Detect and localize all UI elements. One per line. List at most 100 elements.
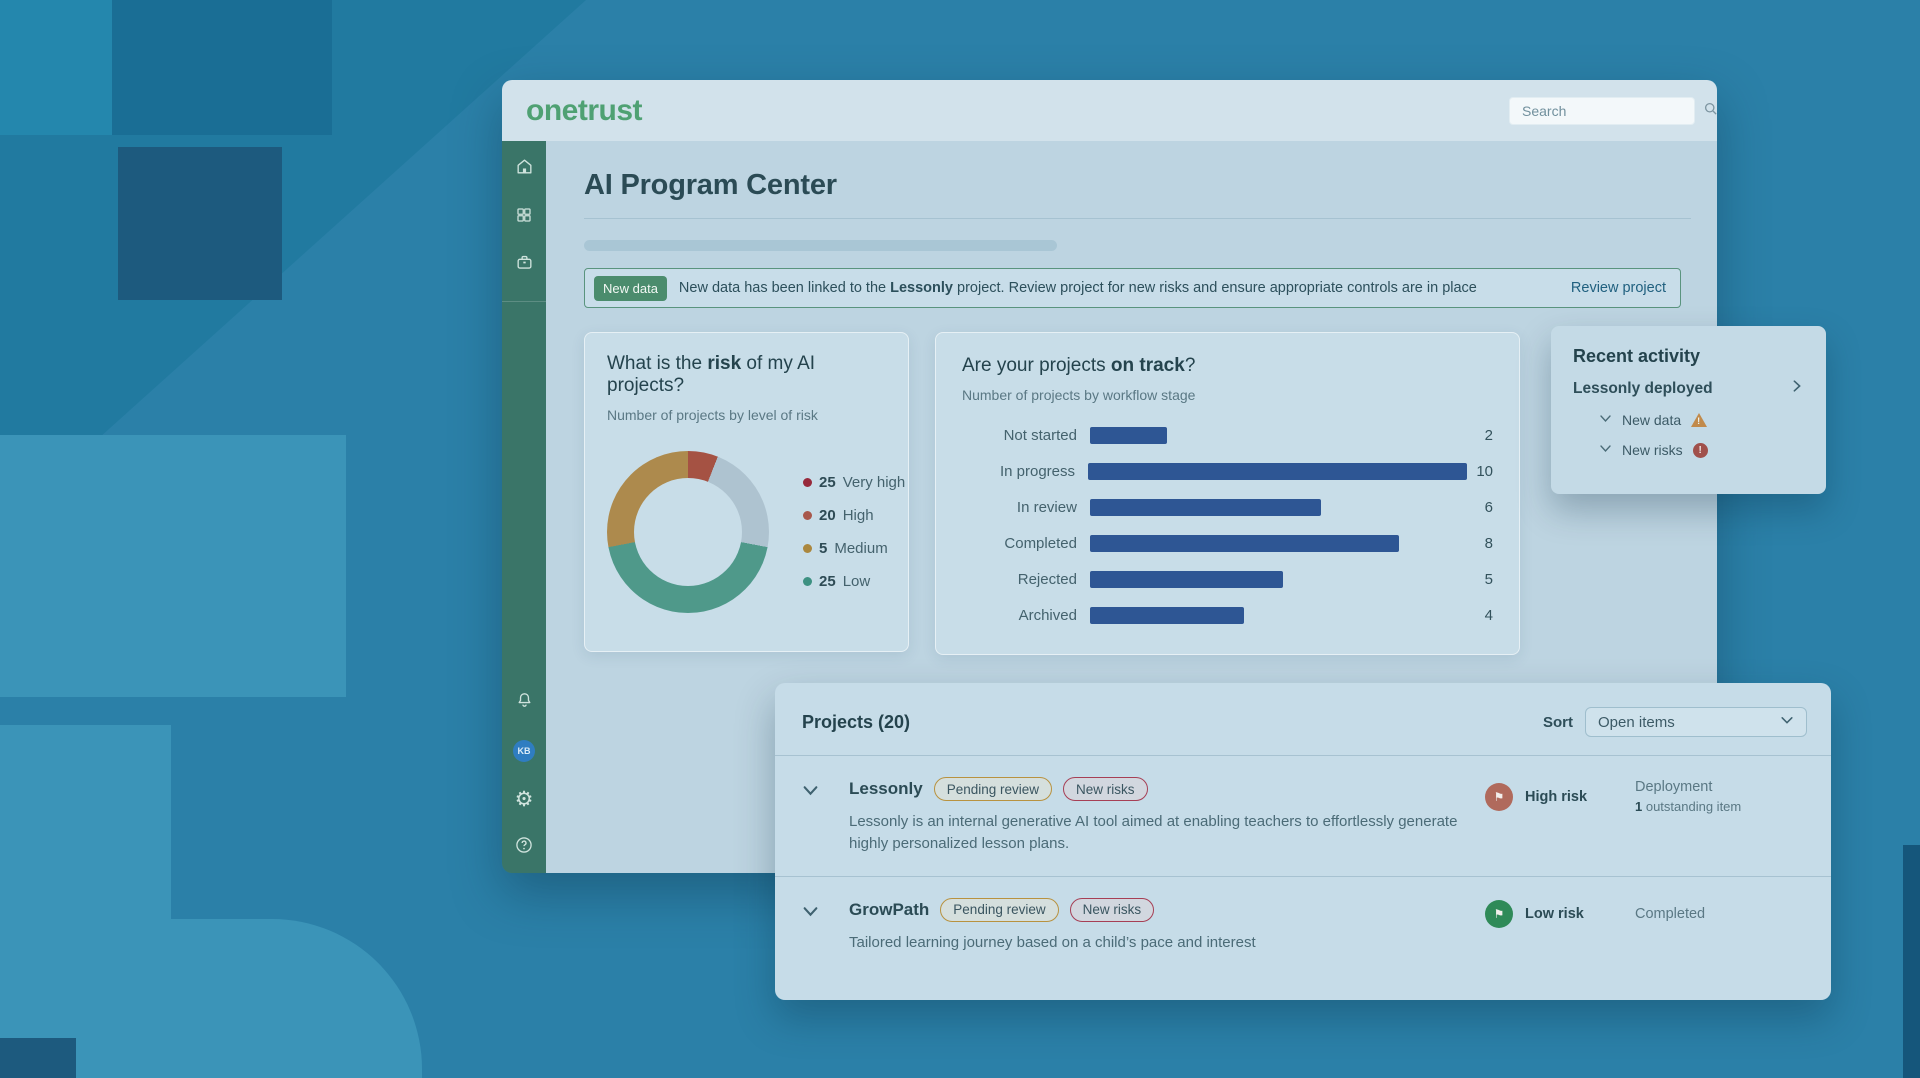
- workflow-card: Are your projects on track? Number of pr…: [935, 332, 1520, 655]
- chevron-down-icon[interactable]: [802, 782, 819, 804]
- sidebar-item-projects[interactable]: [512, 253, 536, 277]
- projects-title: Projects (20): [802, 712, 910, 733]
- bar-fill: [1090, 427, 1167, 444]
- risk-label: High risk: [1525, 789, 1587, 805]
- bar-fill: [1088, 463, 1467, 480]
- workflow-card-subtitle: Number of projects by workflow stage: [962, 387, 1493, 403]
- sort-label: Sort: [1543, 714, 1573, 731]
- status-badge-pending-review: Pending review: [934, 777, 1052, 801]
- background-shape: [112, 0, 332, 135]
- sidebar-user-avatar[interactable]: KB: [512, 739, 536, 763]
- status-badge-new-risks: New risks: [1063, 777, 1148, 801]
- project-stage: Deployment 1 outstanding item: [1635, 779, 1807, 814]
- apps-grid-icon: [515, 206, 533, 229]
- background-shape: [1903, 845, 1920, 1078]
- risk-card: What is the risk of my AI projects? Numb…: [584, 332, 909, 652]
- risk-indicator-circle flag-icon: ⚑: [1485, 900, 1513, 928]
- project-row-growpath[interactable]: GrowPath Pending review New risks Tailor…: [775, 877, 1831, 975]
- sidebar-item-settings[interactable]: ⚙: [512, 787, 536, 811]
- outstanding-items: 1 outstanding item: [1635, 799, 1807, 814]
- banner-message: New data has been linked to the Lessonly…: [679, 280, 1477, 296]
- legend-dot: [803, 544, 812, 553]
- sort-value: Open items: [1598, 714, 1780, 731]
- background-shape: [0, 435, 346, 697]
- risk-indicator: ⚑ Low risk: [1485, 900, 1635, 928]
- project-description: Lessonly is an internal generative AI to…: [849, 811, 1469, 855]
- bar-fill: [1090, 499, 1321, 516]
- chevron-down-icon[interactable]: [802, 903, 819, 925]
- new-data-badge: New data: [594, 276, 667, 301]
- bar-fill: [1090, 535, 1399, 552]
- onetrust-logo: onetrust: [526, 94, 642, 128]
- chevron-down-icon[interactable]: [1599, 442, 1612, 458]
- risk-legend: 25 Very high 20 High 5: [803, 474, 905, 590]
- bar-row: Not started 2: [962, 427, 1493, 444]
- risk-indicator-circle flag-icon: ⚑: [1485, 783, 1513, 811]
- legend-dot: [803, 511, 812, 520]
- project-name: Lessonly: [849, 779, 923, 799]
- error-circle-icon: !: [1693, 443, 1708, 458]
- bar-row: Archived 4: [962, 607, 1493, 624]
- sidebar-item-home[interactable]: [512, 157, 536, 181]
- bar-row: Completed 8: [962, 535, 1493, 552]
- legend-dot: [803, 577, 812, 586]
- legend-item: 25 Very high: [803, 474, 905, 491]
- home-icon: [515, 157, 534, 181]
- review-project-link[interactable]: Review project: [1571, 280, 1666, 296]
- briefcase-icon: [515, 253, 534, 277]
- background-shape: [0, 1038, 76, 1078]
- top-bar: onetrust: [502, 80, 1717, 141]
- sidebar-item-notifications[interactable]: [512, 691, 536, 715]
- new-data-banner: New data New data has been linked to the…: [584, 268, 1681, 308]
- sidebar-item-apps[interactable]: [512, 205, 536, 229]
- bar-fill: [1090, 571, 1283, 588]
- background-shape: [118, 147, 282, 300]
- bar-row: Rejected 5: [962, 571, 1493, 588]
- legend-item: 20 High: [803, 507, 905, 524]
- risk-card-subtitle: Number of projects by level of risk: [607, 407, 886, 423]
- risk-label: Low risk: [1525, 906, 1584, 922]
- risk-card-title: What is the risk of my AI projects?: [607, 353, 886, 397]
- status-badge-pending-review: Pending review: [940, 898, 1058, 922]
- risk-donut: [607, 451, 769, 613]
- recent-subitem-new-risks[interactable]: New risks !: [1573, 442, 1804, 458]
- chevron-right-icon[interactable]: [1790, 379, 1804, 398]
- bar-fill: [1090, 607, 1244, 624]
- avatar: KB: [513, 740, 535, 762]
- recent-activity-item: Lessonly deployed: [1573, 380, 1713, 398]
- sort-dropdown[interactable]: Open items: [1585, 707, 1807, 737]
- legend-dot: [803, 478, 812, 487]
- background-shape: [171, 919, 422, 1078]
- sidebar-divider: [502, 301, 546, 302]
- title-divider: [584, 218, 1691, 219]
- chevron-down-icon[interactable]: [1599, 412, 1612, 428]
- workflow-card-title: Are your projects on track?: [962, 355, 1493, 377]
- recent-subitem-new-data[interactable]: New data: [1573, 412, 1804, 428]
- project-row-lessonly[interactable]: Lessonly Pending review New risks Lesson…: [775, 756, 1831, 876]
- chevron-down-icon: [1780, 713, 1794, 732]
- risk-indicator: ⚑ High risk: [1485, 783, 1635, 811]
- project-stage: Completed: [1635, 906, 1807, 922]
- desktop-background: onetrust: [0, 0, 1920, 1078]
- warning-triangle-icon: [1691, 413, 1707, 427]
- status-badge-new-risks: New risks: [1070, 898, 1155, 922]
- loading-skeleton: [584, 240, 1057, 251]
- background-shape: [0, 0, 112, 135]
- project-description: Tailored learning journey based on a chi…: [849, 932, 1256, 954]
- bar-row: In progress 10: [962, 463, 1493, 480]
- recent-activity-panel: Recent activity Lessonly deployed New da…: [1551, 326, 1826, 494]
- gear-icon: ⚙: [515, 787, 534, 811]
- bar-row: In review 6: [962, 499, 1493, 516]
- search-icon: [1703, 101, 1717, 121]
- background-shape: [0, 725, 171, 1078]
- search-input[interactable]: [1522, 103, 1703, 119]
- workflow-bar-chart: Not started 2 In progress 10 In review: [962, 427, 1493, 624]
- legend-item: 25 Low: [803, 573, 905, 590]
- search-box[interactable]: [1509, 97, 1695, 125]
- help-icon: [514, 835, 534, 860]
- bell-icon: [515, 691, 534, 715]
- recent-activity-title: Recent activity: [1573, 346, 1804, 367]
- sidebar-item-help[interactable]: [512, 835, 536, 859]
- page-title: AI Program Center: [584, 169, 1691, 202]
- legend-item: 5 Medium: [803, 540, 905, 557]
